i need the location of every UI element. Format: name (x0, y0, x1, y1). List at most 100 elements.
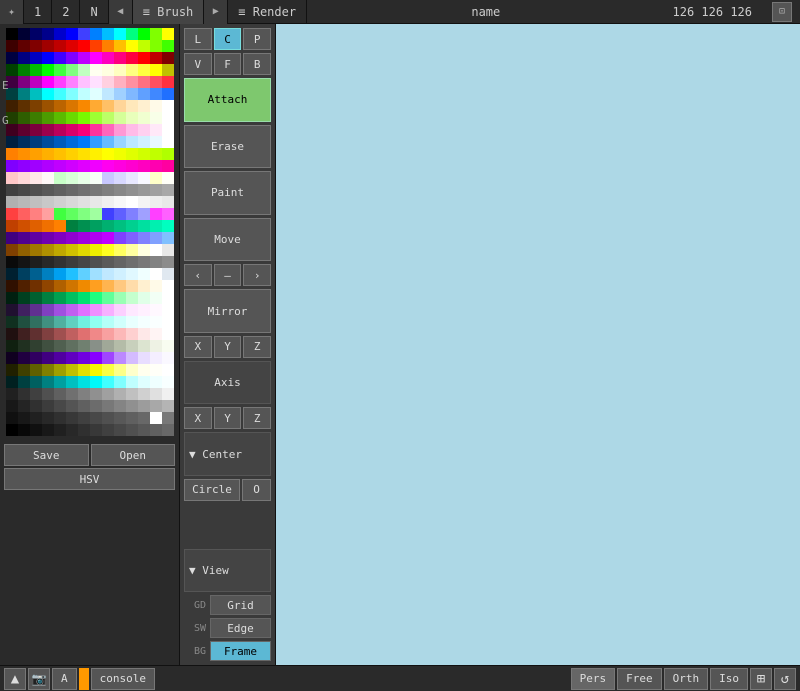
color-cell[interactable] (90, 376, 102, 388)
color-cell[interactable] (66, 172, 78, 184)
color-cell[interactable] (66, 232, 78, 244)
color-cell[interactable] (162, 364, 174, 376)
color-cell[interactable] (162, 136, 174, 148)
color-cell[interactable] (42, 328, 54, 340)
hsv-button[interactable]: HSV (4, 468, 175, 490)
color-cell[interactable] (66, 316, 78, 328)
color-cell[interactable] (126, 388, 138, 400)
color-cell[interactable] (102, 316, 114, 328)
color-cell[interactable] (78, 388, 90, 400)
color-cell[interactable] (66, 112, 78, 124)
color-cell[interactable] (54, 220, 66, 232)
color-cell[interactable] (90, 400, 102, 412)
prev-button[interactable]: ‹ (184, 264, 212, 286)
color-cell[interactable] (162, 100, 174, 112)
color-cell[interactable] (30, 364, 42, 376)
color-cell[interactable] (150, 52, 162, 64)
color-cell[interactable] (18, 64, 30, 76)
color-cell[interactable] (114, 172, 126, 184)
color-cell[interactable] (66, 328, 78, 340)
color-cell[interactable] (6, 136, 18, 148)
color-cell[interactable] (90, 88, 102, 100)
color-cell[interactable] (66, 88, 78, 100)
color-cell[interactable] (150, 232, 162, 244)
brush-tab[interactable]: ≡ Brush (133, 0, 205, 24)
color-cell[interactable] (18, 160, 30, 172)
color-cell[interactable] (162, 112, 174, 124)
color-cell[interactable] (42, 256, 54, 268)
color-cell[interactable] (162, 196, 174, 208)
color-cell[interactable] (126, 148, 138, 160)
color-cell[interactable] (30, 292, 42, 304)
color-cell[interactable] (126, 328, 138, 340)
color-cell[interactable] (30, 400, 42, 412)
color-cell[interactable] (138, 424, 150, 436)
color-cell[interactable] (54, 376, 66, 388)
color-cell[interactable] (78, 376, 90, 388)
color-cell[interactable] (102, 28, 114, 40)
color-cell[interactable] (90, 244, 102, 256)
color-cell[interactable] (18, 148, 30, 160)
color-cell[interactable] (150, 220, 162, 232)
color-cell[interactable] (18, 88, 30, 100)
axis-x-button[interactable]: X (184, 407, 212, 429)
color-cell[interactable] (18, 292, 30, 304)
color-cell[interactable] (150, 88, 162, 100)
color-cell[interactable] (126, 232, 138, 244)
color-cell[interactable] (102, 304, 114, 316)
color-cell[interactable] (66, 292, 78, 304)
minus-button[interactable]: – (214, 264, 242, 286)
color-cell[interactable] (6, 172, 18, 184)
color-cell[interactable] (66, 124, 78, 136)
color-cell[interactable] (90, 232, 102, 244)
color-cell[interactable] (78, 244, 90, 256)
color-cell[interactable] (30, 76, 42, 88)
left-arrow-icon[interactable]: ◀ (109, 0, 133, 24)
color-cell[interactable] (138, 412, 150, 424)
color-cell[interactable] (162, 76, 174, 88)
color-cell[interactable] (54, 28, 66, 40)
color-cell[interactable] (102, 268, 114, 280)
color-cell[interactable] (78, 172, 90, 184)
color-cell[interactable] (150, 64, 162, 76)
color-cell[interactable] (126, 88, 138, 100)
color-cell[interactable] (6, 424, 18, 436)
color-cell[interactable] (150, 160, 162, 172)
color-cell[interactable] (30, 232, 42, 244)
color-cell[interactable] (90, 160, 102, 172)
color-cell[interactable] (66, 160, 78, 172)
color-cell[interactable] (78, 88, 90, 100)
color-cell[interactable] (66, 388, 78, 400)
color-cell[interactable] (66, 76, 78, 88)
color-cell[interactable] (66, 148, 78, 160)
color-cell[interactable] (54, 280, 66, 292)
color-cell[interactable] (42, 388, 54, 400)
color-cell[interactable] (18, 352, 30, 364)
color-cell[interactable] (102, 100, 114, 112)
color-cell[interactable] (114, 76, 126, 88)
render-viewport[interactable] (276, 24, 800, 665)
color-cell[interactable] (162, 64, 174, 76)
color-cell[interactable] (126, 52, 138, 64)
color-cell[interactable] (42, 172, 54, 184)
color-cell[interactable] (54, 232, 66, 244)
color-cell[interactable] (126, 112, 138, 124)
color-cell[interactable] (18, 256, 30, 268)
color-cell[interactable] (150, 28, 162, 40)
color-cell[interactable] (102, 112, 114, 124)
color-cell[interactable] (54, 412, 66, 424)
color-cell[interactable] (102, 340, 114, 352)
color-cell[interactable] (54, 40, 66, 52)
color-cell[interactable] (126, 100, 138, 112)
color-cell[interactable] (18, 196, 30, 208)
color-cell[interactable] (6, 268, 18, 280)
color-cell[interactable] (126, 268, 138, 280)
color-cell[interactable] (54, 340, 66, 352)
color-cell[interactable] (66, 256, 78, 268)
color-cell[interactable] (114, 184, 126, 196)
color-cell[interactable] (150, 424, 162, 436)
color-cell[interactable] (6, 208, 18, 220)
color-cell[interactable] (42, 316, 54, 328)
color-cell[interactable] (90, 280, 102, 292)
color-cell[interactable] (6, 196, 18, 208)
